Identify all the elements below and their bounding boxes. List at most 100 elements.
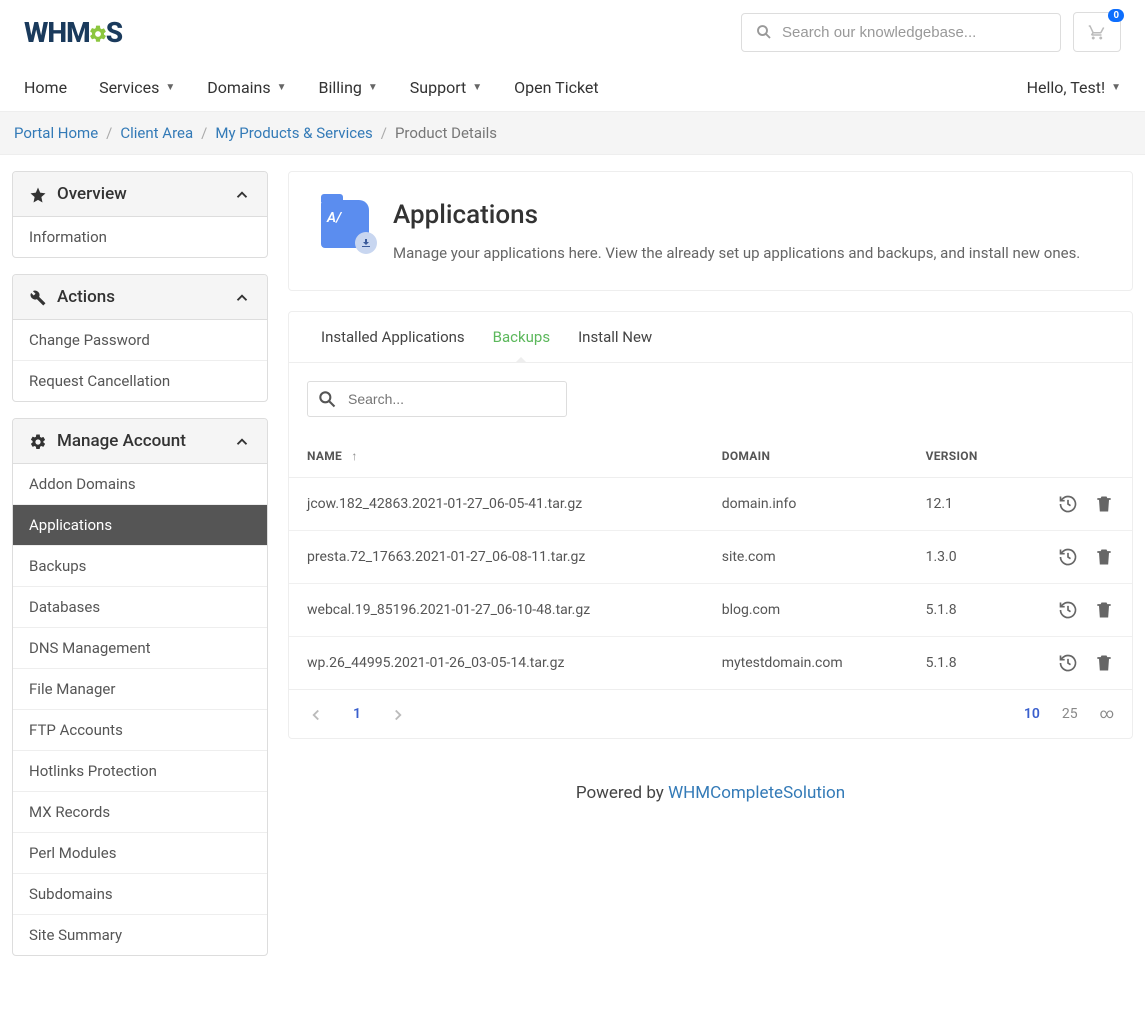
sidebar-item-perl-modules[interactable]: Perl Modules <box>13 833 267 874</box>
nav-services[interactable]: Services▼ <box>83 64 191 111</box>
nav-domains[interactable]: Domains▼ <box>191 64 302 111</box>
sidebar-item-backups[interactable]: Backups <box>13 546 267 587</box>
cell-version: 5.1.8 <box>908 637 1022 690</box>
restore-icon <box>1058 602 1078 618</box>
download-icon <box>355 232 377 254</box>
page-size-option[interactable]: 10 <box>1024 706 1040 722</box>
page-description: Manage your applications here. View the … <box>393 244 1080 262</box>
gear-icon <box>88 16 108 49</box>
sidebar-item-addon-domains[interactable]: Addon Domains <box>13 464 267 505</box>
cart-badge: 0 <box>1108 9 1124 22</box>
restore-button[interactable] <box>1058 653 1078 673</box>
caret-down-icon: ▼ <box>1111 82 1121 93</box>
cell-domain: domain.info <box>704 478 908 531</box>
restore-button[interactable] <box>1058 600 1078 620</box>
logo[interactable]: WHM S <box>24 16 122 49</box>
sidebar-item-mx-records[interactable]: MX Records <box>13 792 267 833</box>
search-input[interactable] <box>741 13 1061 52</box>
sidebar-item-request-cancellation[interactable]: Request Cancellation <box>13 361 267 401</box>
trash-icon <box>1094 496 1114 512</box>
main-nav: Home Services▼ Domains▼ Billing▼ Support… <box>24 64 615 111</box>
sidebar-item-information[interactable]: Information <box>13 217 267 257</box>
cell-name: webcal.19_85196.2021-01-27_06-10-48.tar.… <box>289 584 704 637</box>
breadcrumb-link[interactable]: Client Area <box>120 124 193 142</box>
tab-install-new[interactable]: Install New <box>564 312 666 362</box>
manage-account-header[interactable]: Manage Account <box>13 419 267 464</box>
nav-support[interactable]: Support▼ <box>394 64 498 111</box>
user-menu[interactable]: Hello, Test! ▼ <box>1027 64 1121 111</box>
cell-domain: blog.com <box>704 584 908 637</box>
page-size-option[interactable]: 25 <box>1062 706 1078 722</box>
breadcrumb: Portal Home / Client Area / My Products … <box>14 124 1131 142</box>
chevron-up-icon <box>233 431 251 451</box>
restore-icon <box>1058 496 1078 512</box>
applications-icon: A/ <box>321 200 369 248</box>
logo-suffix: S <box>106 16 122 49</box>
restore-button[interactable] <box>1058 494 1078 514</box>
sidebar-item-subdomains[interactable]: Subdomains <box>13 874 267 915</box>
table-row: wp.26_44995.2021-01-26_03-05-14.tar.gzmy… <box>289 637 1132 690</box>
restore-icon <box>1058 549 1078 565</box>
table-search-input[interactable] <box>307 381 567 417</box>
column-domain[interactable]: DOMAIN <box>704 435 908 478</box>
table-search <box>307 381 567 417</box>
page-number[interactable]: 1 <box>345 706 369 722</box>
footer-link[interactable]: WHMCompleteSolution <box>668 783 845 803</box>
breadcrumb-link[interactable]: My Products & Services <box>215 124 372 142</box>
column-version[interactable]: VERSION <box>908 435 1022 478</box>
page-title: Applications <box>393 200 1080 230</box>
page-prev-button[interactable] <box>307 704 325 724</box>
manage-account-panel: Manage Account Addon DomainsApplications… <box>12 418 268 956</box>
cell-name: presta.72_17663.2021-01-27_06-08-11.tar.… <box>289 531 704 584</box>
tab-backups[interactable]: Backups <box>479 312 564 362</box>
logo-prefix: WHM <box>24 16 90 49</box>
sidebar-item-databases[interactable]: Databases <box>13 587 267 628</box>
search-icon <box>755 23 773 41</box>
sidebar-item-site-summary[interactable]: Site Summary <box>13 915 267 955</box>
caret-down-icon: ▼ <box>165 82 175 93</box>
tab-installed-applications[interactable]: Installed Applications <box>307 312 479 362</box>
breadcrumb-link[interactable]: Portal Home <box>14 124 98 142</box>
cart-button[interactable]: 0 <box>1073 12 1121 52</box>
chevron-up-icon <box>233 287 251 307</box>
nav-billing[interactable]: Billing▼ <box>303 64 394 111</box>
delete-button[interactable] <box>1094 494 1114 514</box>
page-next-button[interactable] <box>389 704 407 724</box>
footer: Powered by WHMCompleteSolution <box>288 759 1133 827</box>
cell-version: 5.1.8 <box>908 584 1022 637</box>
delete-button[interactable] <box>1094 653 1114 673</box>
breadcrumb-current: Product Details <box>395 124 497 142</box>
trash-icon <box>1094 549 1114 565</box>
sidebar-item-applications[interactable]: Applications <box>13 505 267 546</box>
actions-panel: Actions Change Password Request Cancella… <box>12 274 268 402</box>
overview-panel: Overview Information <box>12 171 268 258</box>
delete-button[interactable] <box>1094 547 1114 567</box>
trash-icon <box>1094 602 1114 618</box>
star-icon <box>29 184 47 204</box>
caret-down-icon: ▼ <box>368 82 378 93</box>
sidebar-item-dns-management[interactable]: DNS Management <box>13 628 267 669</box>
delete-button[interactable] <box>1094 600 1114 620</box>
tabs: Installed ApplicationsBackupsInstall New <box>289 312 1132 363</box>
sidebar-item-change-password[interactable]: Change Password <box>13 320 267 361</box>
cell-version: 12.1 <box>908 478 1022 531</box>
trash-icon <box>1094 655 1114 671</box>
column-name[interactable]: NAME ↑ <box>289 435 704 478</box>
nav-home[interactable]: Home <box>24 64 83 111</box>
knowledgebase-search <box>741 13 1061 52</box>
table-row: webcal.19_85196.2021-01-27_06-10-48.tar.… <box>289 584 1132 637</box>
sort-asc-icon: ↑ <box>351 449 357 463</box>
restore-button[interactable] <box>1058 547 1078 567</box>
sidebar-item-hotlinks-protection[interactable]: Hotlinks Protection <box>13 751 267 792</box>
sidebar-item-ftp-accounts[interactable]: FTP Accounts <box>13 710 267 751</box>
overview-header[interactable]: Overview <box>13 172 267 217</box>
cell-version: 1.3.0 <box>908 531 1022 584</box>
sidebar-item-file-manager[interactable]: File Manager <box>13 669 267 710</box>
caret-down-icon: ▼ <box>277 82 287 93</box>
backups-table: NAME ↑ DOMAIN VERSION jcow.182_42863.202… <box>289 435 1132 689</box>
page-size-option[interactable]: ∞ <box>1100 706 1114 722</box>
actions-header[interactable]: Actions <box>13 275 267 320</box>
table-row: presta.72_17663.2021-01-27_06-08-11.tar.… <box>289 531 1132 584</box>
nav-open-ticket[interactable]: Open Ticket <box>498 64 614 111</box>
cell-domain: site.com <box>704 531 908 584</box>
